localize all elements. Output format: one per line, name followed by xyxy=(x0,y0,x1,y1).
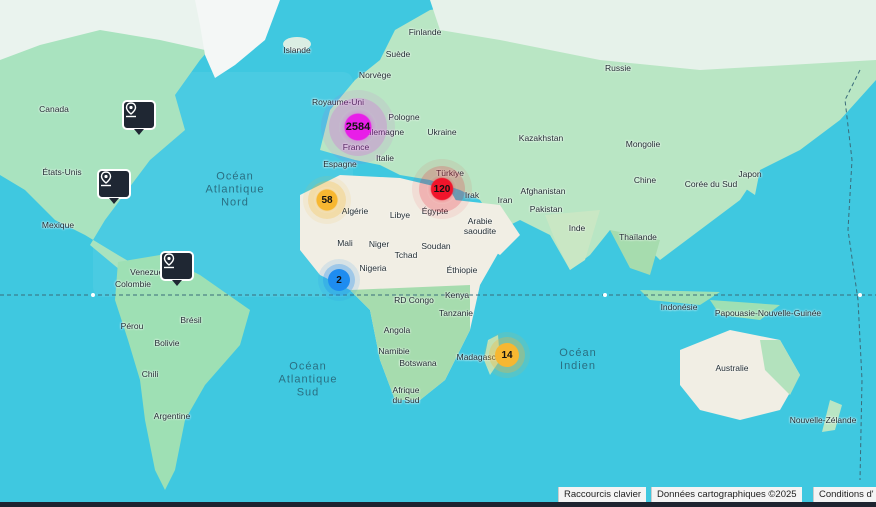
country-label-mongolie: Mongolie xyxy=(625,139,661,149)
country-label-perou: Pérou xyxy=(120,321,144,331)
country-label-chili: Chili xyxy=(141,369,159,379)
country-label-nigeria: Nigeria xyxy=(359,263,387,273)
cluster-madagascar[interactable]: 14 xyxy=(495,343,519,367)
country-label-colombie: Colombie xyxy=(115,279,151,289)
country-label-egypte: Égypte xyxy=(421,206,449,216)
country-label-pologne: Pologne xyxy=(388,112,420,122)
country-label-norvege: Norvège xyxy=(358,70,392,80)
country-label-bresil: Brésil xyxy=(180,315,202,325)
country-label-tchad: Tchad xyxy=(394,250,418,260)
country-label-coree-du-sud: Corée du Sud xyxy=(684,179,738,189)
country-label-australie: Australie xyxy=(715,363,749,373)
country-label-arabie-saoudite: Arabie saoudite xyxy=(463,216,497,236)
country-label-italie: Italie xyxy=(376,153,394,163)
country-label-inde: Inde xyxy=(568,223,586,233)
map-data-attribution: Données cartographiques ©2025 xyxy=(651,487,802,502)
map-landmass xyxy=(0,0,876,490)
cluster-count: 2 xyxy=(336,274,342,286)
country-label-espagne: Espagne xyxy=(323,159,357,169)
country-label-nouvelle-zelande: Nouvelle-Zélande xyxy=(789,415,857,425)
ocean-label-indian: Océan Indien xyxy=(559,347,597,372)
cluster-middle-east[interactable]: 120 xyxy=(427,174,457,204)
country-label-pakistan: Pakistan xyxy=(529,204,563,214)
country-label-ethiopie: Éthiopie xyxy=(446,265,478,275)
cluster-west-africa[interactable]: 2 xyxy=(328,269,350,291)
world-map[interactable]: Océan Atlantique Nord Océan Atlantique S… xyxy=(0,0,876,502)
country-label-kenya: Kenya xyxy=(444,290,470,300)
country-label-royaume-uni: Royaume-Uni xyxy=(312,97,364,107)
country-label-algerie: Algérie xyxy=(341,206,369,216)
country-label-chine: Chine xyxy=(633,175,657,185)
ocean-label-atlantic-north: Océan Atlantique Nord xyxy=(205,170,265,209)
country-label-argentine: Argentine xyxy=(153,411,191,421)
ocean-label-atlantic-south: Océan Atlantique Sud xyxy=(278,360,338,399)
location-pin-icon xyxy=(125,102,137,118)
country-label-islande: Islande xyxy=(283,45,311,55)
country-label-iran: Iran xyxy=(497,195,513,205)
country-label-angola: Angola xyxy=(383,325,411,335)
country-label-kazakhstan: Kazakhstan xyxy=(518,133,564,143)
country-label-canada: Canada xyxy=(39,104,69,114)
country-label-afghanistan: Afghanistan xyxy=(520,186,566,196)
cluster-count: 2584 xyxy=(345,121,371,133)
location-pin-canada-east[interactable] xyxy=(122,100,156,135)
cluster-count: 120 xyxy=(433,183,451,195)
country-label-tanzanie: Tanzanie xyxy=(438,308,474,318)
country-label-finlande: Finlande xyxy=(408,27,442,37)
country-label-afrique-du-sud: Afrique du Sud xyxy=(392,385,420,405)
country-label-bolivie: Bolivie xyxy=(154,338,180,348)
location-pin-icon xyxy=(163,253,175,269)
country-label-indonesie: Indonésie xyxy=(660,302,698,312)
country-label-suede: Suède xyxy=(385,49,411,59)
cluster-europe[interactable]: 2584 xyxy=(339,108,377,146)
country-label-irak: Irak xyxy=(464,190,480,200)
cluster-count: 58 xyxy=(321,194,333,206)
country-label-soudan: Soudan xyxy=(421,241,451,251)
country-label-rd-congo: RD Congo xyxy=(394,295,434,305)
country-label-papouasie: Papouasie-Nouvelle-Guinée xyxy=(714,308,822,318)
country-label-japon: Japon xyxy=(738,169,762,179)
country-label-russie: Russie xyxy=(605,63,631,73)
terms-link[interactable]: Conditions d' xyxy=(813,487,876,502)
country-label-ukraine: Ukraine xyxy=(427,127,457,137)
location-pin-usa-east[interactable] xyxy=(97,169,131,204)
keyboard-shortcuts-link[interactable]: Raccourcis clavier xyxy=(558,487,647,502)
country-label-libye: Libye xyxy=(389,210,411,220)
bottom-bar xyxy=(0,502,876,507)
country-label-mali: Mali xyxy=(337,238,353,248)
location-pin-icon xyxy=(100,171,112,187)
cluster-north-africa[interactable]: 58 xyxy=(314,187,340,213)
country-label-thailande: Thaïlande xyxy=(619,232,657,242)
cluster-count: 14 xyxy=(501,349,513,361)
country-label-namibie: Namibie xyxy=(378,346,410,356)
country-label-mexique: Mexique xyxy=(41,220,75,230)
country-label-niger: Niger xyxy=(368,239,390,249)
country-label-botswana: Botswana xyxy=(399,358,437,368)
country-label-etats-unis: États-Unis xyxy=(42,167,82,177)
location-pin-venezuela[interactable] xyxy=(160,251,194,286)
